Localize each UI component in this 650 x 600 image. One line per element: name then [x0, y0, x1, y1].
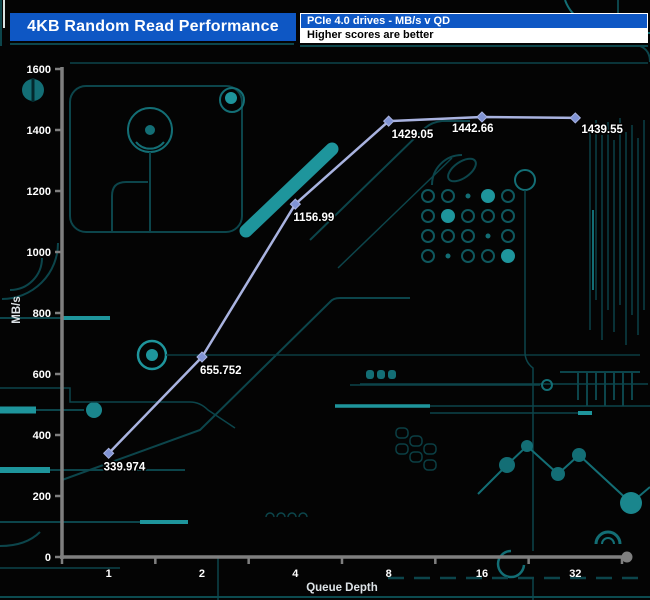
y-axis-tick-label: 800 — [33, 308, 51, 320]
data-point-marker — [569, 112, 582, 124]
data-point-value-label: 655.752 — [200, 365, 242, 377]
chart-title: 4KB Random Read Performance — [27, 18, 279, 35]
x-axis-category-label: 2 — [199, 568, 205, 580]
data-point-value-label: 1442.66 — [452, 123, 494, 135]
x-axis-category-label: 32 — [569, 568, 581, 580]
data-point-value-label: 339.974 — [104, 461, 146, 473]
y-axis-tick-label: 400 — [33, 430, 51, 442]
y-axis-tick-label: 1600 — [27, 64, 51, 76]
data-point-value-label: 1429.05 — [392, 129, 434, 141]
subtitle-secondary: Higher scores are better — [301, 28, 647, 42]
y-axis-tick-label: 600 — [33, 369, 51, 381]
y-axis-title: MB/s — [11, 296, 23, 323]
series-line — [107, 115, 576, 455]
chart-title-banner: 4KB Random Read Performance — [10, 13, 296, 41]
y-axis-tick-label: 1200 — [27, 186, 51, 198]
data-point-marker — [476, 111, 488, 123]
x-axis-category-label: 4 — [292, 568, 299, 580]
x-axis-end-cap — [621, 551, 633, 563]
screenshot-frame: 0 200 400 600 800 1000 1200 1400 1600 1 2 4 8 16 32 339… — [0, 0, 650, 600]
x-axis-title: Queue Depth — [306, 582, 378, 594]
y-axis-tick-label: 200 — [33, 491, 51, 503]
x-axis-category-label: 8 — [386, 568, 392, 580]
data-point-value-label: 1439.55 — [581, 124, 623, 136]
data-point-value-label: 1156.99 — [293, 212, 334, 224]
x-axis-category-label: 1 — [106, 568, 112, 580]
y-axis-tick-label: 1000 — [27, 247, 51, 259]
y-axis-tick-label: 1400 — [27, 125, 51, 137]
chart-subtitle-box: PCIe 4.0 drives - MB/s v QD Higher score… — [300, 13, 648, 43]
y-axis-tick-label: 0 — [45, 552, 51, 564]
x-axis-category-label: 16 — [476, 568, 488, 580]
subtitle-primary: PCIe 4.0 drives - MB/s v QD — [301, 14, 647, 28]
performance-line-chart: 0 200 400 600 800 1000 1200 1400 1600 1 2 4 8 16 32 339… — [11, 64, 633, 594]
